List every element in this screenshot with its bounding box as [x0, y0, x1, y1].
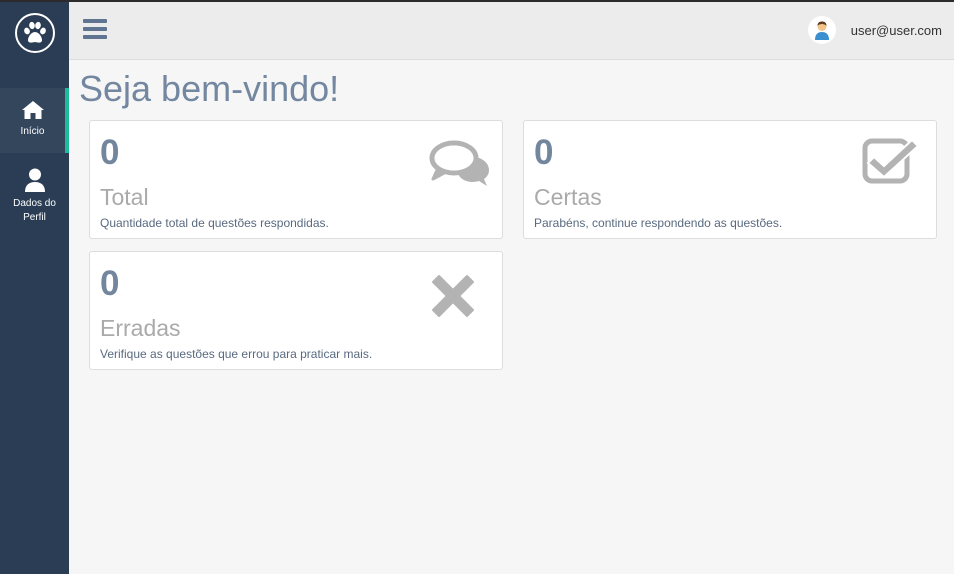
paw-icon	[23, 21, 46, 43]
user-menu[interactable]: user@user.com	[807, 16, 942, 44]
stat-card-erradas: 0 Erradas Verifique as questões que erro…	[89, 251, 503, 370]
stat-card-certas: 0 Certas Parabéns, continue respondendo …	[523, 120, 937, 239]
hamburger-icon[interactable]	[83, 19, 107, 39]
sidebar-item-dados-do-perfil[interactable]: Dados do Perfil	[0, 168, 69, 225]
stat-count: 0	[100, 133, 120, 172]
comments-icon	[429, 140, 489, 186]
user-icon	[24, 168, 45, 192]
stat-count: 0	[100, 264, 120, 303]
check-square-icon	[862, 138, 920, 184]
window-top-border	[0, 0, 954, 2]
sidebar-item-inicio[interactable]: Início	[0, 88, 69, 153]
stat-label: Erradas	[100, 315, 181, 341]
sidebar-item-label: Dados do Perfil	[13, 198, 56, 223]
page-title: Seja bem-vindo!	[79, 68, 340, 109]
avatar	[807, 16, 836, 44]
stat-description: Quantidade total de questões respondidas…	[100, 216, 329, 230]
stat-label: Certas	[534, 184, 602, 210]
stat-count: 0	[534, 133, 554, 172]
stat-label: Total	[100, 184, 149, 210]
stat-description: Verifique as questões que errou para pra…	[100, 347, 373, 361]
user-avatar-icon	[814, 21, 829, 40]
logo-container	[0, 0, 69, 70]
stat-description: Parabéns, continue respondendo as questõ…	[534, 216, 783, 230]
sidebar-item-label: Início	[20, 126, 45, 137]
sidebar: Início Dados do Perfil	[0, 0, 69, 574]
times-icon	[432, 275, 474, 317]
home-icon	[21, 101, 44, 119]
stat-card-total: 0 Total Quantidade total de questões res…	[89, 120, 503, 239]
top-header: user@user.com	[69, 2, 954, 60]
user-email: user@user.com	[850, 22, 942, 38]
logo[interactable]	[14, 13, 55, 53]
